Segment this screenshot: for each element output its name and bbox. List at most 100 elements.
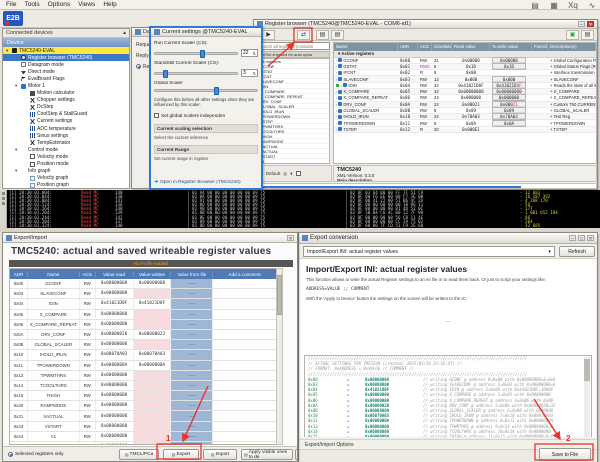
tree-item-sinus-settings[interactable]: Sinus settings bbox=[3, 132, 129, 139]
tree-item-position-graph[interactable]: Position graph bbox=[3, 182, 129, 189]
refresh-button[interactable]: Refresh bbox=[559, 246, 595, 257]
expander-icon[interactable]: › bbox=[336, 102, 337, 107]
register-value-row-x-compare-repeat[interactable]: 0x06X_COMPARE_REPEATRW0x00000000----- bbox=[10, 320, 277, 330]
collapse-icon[interactable]: ▴ bbox=[123, 30, 126, 36]
comment-field[interactable] bbox=[213, 432, 277, 441]
comment-field[interactable] bbox=[213, 289, 277, 298]
expander-icon[interactable]: › bbox=[336, 64, 337, 69]
checkbox-icon[interactable] bbox=[338, 58, 342, 62]
menu-help[interactable]: Help bbox=[99, 1, 120, 8]
open-register-browser-link[interactable]: ➜Open in Register Browser (TMC5240) bbox=[154, 180, 258, 185]
column-header-description-s[interactable]: Description(s) bbox=[548, 43, 596, 51]
register-value-row-vstart[interactable]: 0x23VSTARTRW0x00000000----- bbox=[10, 422, 277, 432]
comment-field[interactable] bbox=[213, 361, 277, 370]
checkbox-icon[interactable] bbox=[338, 109, 342, 113]
expander-icon[interactable]: › bbox=[336, 127, 337, 132]
expander-icon[interactable]: › bbox=[336, 77, 337, 82]
minimize-button[interactable]: ─ bbox=[578, 21, 585, 27]
clo-button[interactable]: ▤Clo bbox=[295, 449, 298, 460]
comment-field[interactable] bbox=[213, 310, 277, 319]
checkbox-icon[interactable] bbox=[338, 96, 342, 100]
spin-arrows-icon[interactable]: ⇅ bbox=[253, 71, 256, 76]
comment-field[interactable] bbox=[213, 350, 277, 359]
tmcl-pca-button[interactable]: ▤TMCL/PCa bbox=[119, 449, 159, 460]
global-scalers-checkbox[interactable]: Set global scalers independen bbox=[154, 113, 258, 119]
comment-field[interactable] bbox=[213, 279, 277, 288]
column-header-value-from-file[interactable]: Value from file bbox=[171, 272, 213, 277]
apply-visible-ones-to-de-button[interactable]: ▤Apply visible ones to de bbox=[241, 449, 293, 460]
write-value-button[interactable]: 0x0A bbox=[492, 120, 526, 127]
checkbox-icon[interactable] bbox=[296, 171, 301, 176]
xq-icon[interactable]: Xq bbox=[567, 1, 579, 10]
expander-icon[interactable]: › bbox=[336, 95, 337, 100]
app-logo-icon[interactable]: E2B bbox=[3, 11, 23, 26]
close-button[interactable]: ✕ bbox=[587, 235, 594, 241]
minimize-button[interactable]: ─ bbox=[569, 235, 576, 241]
ini-code-editor[interactable]: ////////////////////////////////////////… bbox=[304, 355, 592, 437]
default-selector[interactable]: Default bbox=[266, 171, 281, 176]
menu-tools[interactable]: Tools bbox=[20, 1, 43, 8]
current-settings-titlebar[interactable]: Current settings @TMC5240-EVAL bbox=[151, 28, 261, 37]
column-header-acs[interactable]: ACS bbox=[80, 272, 96, 277]
register-value-row-tpwmthrs[interactable]: 0x13TPWMTHRSRW0x00000000----- bbox=[10, 371, 277, 381]
scrollbar-thumb[interactable] bbox=[584, 359, 590, 381]
comment-field[interactable] bbox=[213, 391, 277, 400]
run-current-spinbox[interactable]: 22⇅ bbox=[241, 49, 258, 57]
checkbox-icon[interactable] bbox=[338, 77, 342, 81]
column-header-name[interactable]: Name bbox=[28, 272, 80, 277]
comment-field[interactable] bbox=[213, 381, 277, 390]
expander-icon[interactable]: › bbox=[341, 83, 342, 88]
close-icon[interactable]: ✕ bbox=[287, 235, 294, 241]
selected-registers-radio[interactable]: Selected registers only bbox=[8, 452, 64, 457]
import-button[interactable]: ▤Import bbox=[203, 449, 237, 460]
tree-item-tmc5240-eval[interactable]: ▾TMC5240-EVAL bbox=[3, 47, 129, 54]
checkbox-icon[interactable] bbox=[338, 64, 342, 68]
register-value-row-ihold-irun[interactable]: 0x10IHOLD_IRUNRW0x00070A030x00070A03----… bbox=[10, 350, 277, 360]
tree-item-evalboard-flags[interactable]: EvalBoard Flags bbox=[3, 75, 129, 82]
tree-item-direct-mode[interactable]: Direct mode bbox=[3, 68, 129, 75]
checkbox-icon[interactable] bbox=[343, 83, 347, 87]
scrollbar-thumb[interactable] bbox=[277, 275, 282, 315]
expander-icon[interactable]: › bbox=[336, 121, 337, 126]
expander-icon[interactable]: › bbox=[336, 89, 337, 94]
checkbox-icon[interactable] bbox=[338, 90, 342, 94]
code-vscrollbar[interactable] bbox=[584, 357, 590, 437]
run-current-slider[interactable] bbox=[154, 52, 238, 55]
tree-item-velocity-graph[interactable]: Velocity graph bbox=[3, 175, 129, 182]
global-scaler-slider[interactable] bbox=[154, 89, 258, 92]
checkbox-icon[interactable] bbox=[338, 115, 342, 119]
register-browser-titlebar[interactable]: Register browser (TMC5240@TMC5240-EVAL -… bbox=[254, 20, 597, 29]
register-value-row-tcoolthrs[interactable]: 0x14TCOOLTHRSRW0x00000000----- bbox=[10, 381, 277, 391]
register-value-row-xactual[interactable]: 0x21XACTUALRW0x00000000----- bbox=[10, 411, 277, 421]
chart-icon[interactable]: ▦ bbox=[548, 1, 560, 10]
expander-icon[interactable]: › bbox=[336, 114, 337, 119]
save-to-file-button[interactable]: Save to File bbox=[539, 448, 591, 461]
oscilloscope-icon[interactable]: ∿ bbox=[586, 1, 598, 10]
register-row-tstep[interactable]: ›TSTEP0x12R200x000E1+ TSTEP bbox=[334, 127, 596, 133]
register-value-row-slaveconf[interactable]: 0x03SLAVECONFRW0x00000000----- bbox=[10, 289, 277, 299]
new-document-icon[interactable]: ▤ bbox=[529, 1, 541, 10]
register-value-row-rampmode[interactable]: 0x20RAMPMODERW0x00000000----- bbox=[10, 401, 277, 411]
column-header-value-written[interactable]: Value written bbox=[134, 272, 172, 277]
column-header-adr[interactable]: ADR bbox=[10, 272, 28, 277]
register-value-row-thigh[interactable]: 0x15THIGHRW0x00000000----- bbox=[10, 391, 277, 401]
collapse-divider[interactable]: — bbox=[300, 319, 596, 325]
ini-register-line[interactable]: 0x15=0x00000000// writing THIGH @ addres… bbox=[305, 434, 591, 437]
export-conversion-titlebar[interactable]: Export conversion ─□✕ bbox=[299, 233, 597, 244]
tree-item-chopper-settings[interactable]: Chopper settings bbox=[3, 97, 129, 104]
register-value-row-x-compare[interactable]: 0x05X_COMPARERW0x00000000----- bbox=[10, 310, 277, 320]
play-icon[interactable]: ▶ bbox=[262, 30, 275, 40]
column-header-acs[interactable]: ACS bbox=[418, 43, 432, 51]
chevron-down-icon[interactable]: ▾ bbox=[290, 171, 292, 177]
checkbox-icon[interactable] bbox=[338, 102, 342, 106]
column-header-functio[interactable]: Functio bbox=[532, 43, 548, 51]
comment-field[interactable] bbox=[213, 401, 277, 410]
spin-arrows-icon[interactable]: ⇅ bbox=[253, 51, 256, 56]
checkbox-icon[interactable] bbox=[338, 127, 342, 131]
tree-item-motion-calculator[interactable]: Motion calculator bbox=[3, 90, 129, 97]
magnifier-icon[interactable]: ◎ bbox=[283, 171, 287, 177]
comment-field[interactable] bbox=[213, 299, 277, 308]
menu-views[interactable]: Views bbox=[74, 1, 99, 8]
expander-icon[interactable]: › bbox=[336, 70, 337, 75]
tree-item-register-browser-tmc5240[interactable]: Register browser (TMC5240) bbox=[3, 54, 129, 61]
